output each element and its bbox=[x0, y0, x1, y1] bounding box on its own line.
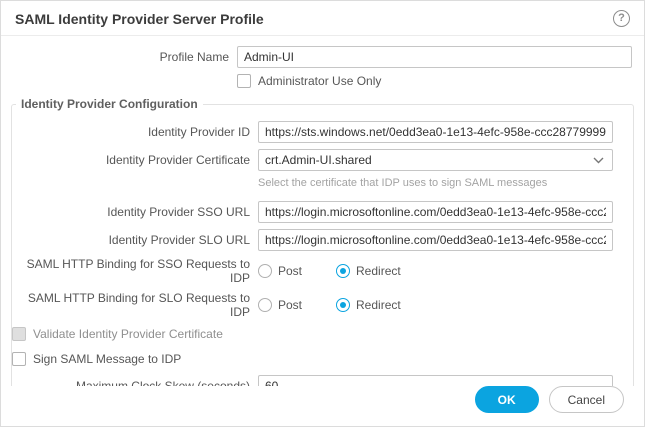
help-icon[interactable]: ? bbox=[613, 10, 630, 27]
validate-cert-row: Validate Identity Provider Certificate bbox=[12, 327, 617, 344]
slo-url-label: Identity Provider SLO URL bbox=[108, 233, 250, 247]
sign-saml-row: Sign SAML Message to IDP bbox=[12, 352, 617, 369]
administrator-use-only-checkbox[interactable]: Administrator Use Only bbox=[237, 74, 381, 88]
identity-provider-configuration-group: Identity Provider Configuration Identity… bbox=[11, 97, 634, 414]
sso-url-input[interactable] bbox=[258, 201, 613, 223]
checkbox-label: Validate Identity Provider Certificate bbox=[33, 327, 223, 341]
sso-binding-label: SAML HTTP Binding for SSO Requests to ID… bbox=[26, 257, 250, 285]
idp-certificate-helper-text: Select the certificate that IDP uses to … bbox=[258, 177, 548, 189]
checkbox-icon bbox=[237, 74, 251, 88]
select-value: crt.Admin-UI.shared bbox=[265, 153, 372, 167]
chevron-down-icon bbox=[593, 153, 604, 167]
radio-icon bbox=[336, 298, 351, 312]
radio-label: Post bbox=[278, 298, 303, 312]
checkbox-icon bbox=[12, 352, 26, 366]
sso-url-label: Identity Provider SSO URL bbox=[107, 205, 250, 219]
idp-certificate-row: Identity Provider Certificate crt.Admin-… bbox=[12, 149, 613, 171]
dialog-title: SAML Identity Provider Server Profile bbox=[15, 10, 264, 27]
ok-button[interactable]: OK bbox=[474, 386, 539, 413]
profile-name-row: Profile Name bbox=[1, 46, 632, 68]
slo-url-input[interactable] bbox=[258, 229, 613, 251]
radio-label: Redirect bbox=[356, 298, 401, 312]
slo-url-row: Identity Provider SLO URL bbox=[12, 229, 613, 251]
idp-id-row: Identity Provider ID bbox=[12, 121, 613, 143]
sso-url-row: Identity Provider SSO URL bbox=[12, 201, 613, 223]
saml-idp-profile-dialog: SAML Identity Provider Server Profile ? … bbox=[0, 0, 645, 427]
idp-id-label: Identity Provider ID bbox=[147, 125, 250, 139]
sso-binding-post-radio[interactable]: Post bbox=[258, 264, 302, 278]
validate-idp-certificate-checkbox[interactable]: Validate Identity Provider Certificate bbox=[12, 327, 223, 341]
radio-label: Redirect bbox=[356, 264, 401, 278]
slo-binding-label: SAML HTTP Binding for SLO Requests to ID… bbox=[27, 291, 250, 319]
radio-icon bbox=[258, 264, 272, 278]
radio-icon bbox=[336, 264, 351, 278]
sso-binding-redirect-radio[interactable]: Redirect bbox=[336, 264, 401, 278]
checkbox-label: Administrator Use Only bbox=[258, 74, 382, 88]
cancel-button[interactable]: Cancel bbox=[548, 386, 624, 413]
profile-name-input[interactable] bbox=[237, 46, 632, 68]
checkbox-label: Sign SAML Message to IDP bbox=[33, 352, 182, 366]
sign-saml-message-checkbox[interactable]: Sign SAML Message to IDP bbox=[12, 352, 181, 366]
idp-certificate-label: Identity Provider Certificate bbox=[105, 153, 250, 167]
slo-binding-post-radio[interactable]: Post bbox=[258, 298, 302, 312]
dialog-footer: OK Cancel bbox=[1, 386, 644, 426]
profile-name-label: Profile Name bbox=[159, 50, 229, 64]
radio-icon bbox=[258, 298, 272, 312]
slo-binding-redirect-radio[interactable]: Redirect bbox=[336, 298, 401, 312]
radio-label: Post bbox=[278, 264, 303, 278]
admin-use-only-row: Administrator Use Only bbox=[1, 74, 632, 91]
group-title: Identity Provider Configuration bbox=[21, 97, 198, 111]
dialog-header: SAML Identity Provider Server Profile ? bbox=[1, 1, 644, 36]
idp-id-input[interactable] bbox=[258, 121, 613, 143]
slo-binding-row: SAML HTTP Binding for SLO Requests to ID… bbox=[12, 291, 613, 319]
sso-binding-row: SAML HTTP Binding for SSO Requests to ID… bbox=[12, 257, 613, 285]
checkbox-icon bbox=[12, 327, 26, 341]
idp-certificate-select[interactable]: crt.Admin-UI.shared bbox=[258, 149, 613, 171]
